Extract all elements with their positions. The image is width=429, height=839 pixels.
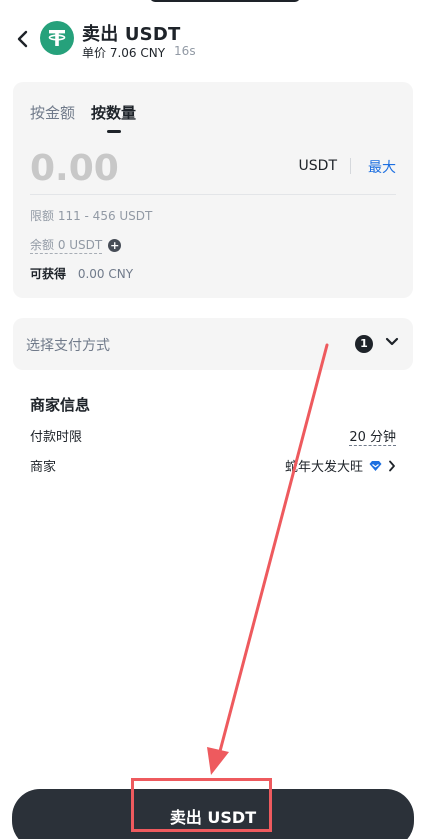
merchant-name: 蛇年大发大旺 [284,460,363,475]
chevron-down-icon [385,337,399,346]
unit-price: 单价 7.06 CNY [82,46,166,60]
merchant-value: 蛇年大发大旺 [285,456,396,475]
annotation-highlight-box [131,778,272,832]
verified-diamond-icon [369,460,382,471]
quantity-input[interactable] [30,148,260,188]
payment-method-selector[interactable]: 选择支付方式 1 [13,318,413,370]
balance-line: 余额 0 USDT + [30,236,122,254]
status-bar-notch [150,0,300,2]
back-button[interactable] [10,24,34,54]
tab-by-quantity[interactable]: 按数量 [91,102,136,133]
amount-mode-tabs: 按金额 按数量 [30,102,136,133]
payment-method-count-badge: 1 [355,335,373,353]
max-button[interactable]: 最大 [368,157,396,177]
usdt-logo-icon [40,21,74,55]
add-funds-icon[interactable]: + [108,238,122,252]
sell-order-page: 卖出 USDT 单价 7.06 CNY 16s 按金额 按数量 USDT 最大 … [0,0,429,839]
chevron-right-icon [389,460,395,471]
page-title: 卖出 USDT [82,24,181,45]
merchant-info-title: 商家信息 [30,396,91,414]
payment-time-value: 20 分钟 [349,426,396,446]
receive-line: 可获得 0.00 CNY [30,265,133,282]
tab-by-amount[interactable]: 按金额 [30,102,75,133]
limit-text: 限额 111 - 456 USDT [30,209,153,223]
balance-text[interactable]: 余额 0 USDT [30,236,103,254]
divider [350,158,351,174]
refresh-timer: 16s [174,44,196,58]
chevron-left-icon [17,30,28,48]
merchant-label: 商家 [30,460,57,475]
divider [30,194,396,195]
payment-time-text: 20 分钟 [349,426,396,446]
unit-price-line: 单价 7.06 CNY 16s [82,44,196,61]
payment-time-label: 付款时限 [30,430,83,445]
payment-time-row: 付款时限 20 分钟 [30,426,396,446]
payment-method-label: 选择支付方式 [26,338,110,354]
merchant-row[interactable]: 商家 蛇年大发大旺 [30,456,396,476]
header: 卖出 USDT 单价 7.06 CNY 16s [0,18,429,64]
amount-card: 按金额 按数量 USDT 最大 限额 111 - 456 USDT 余额 0 U… [13,82,413,298]
currency-unit: USDT [298,158,337,174]
receive-value: 0.00 CNY [77,267,134,281]
receive-label: 可获得 [30,267,67,281]
